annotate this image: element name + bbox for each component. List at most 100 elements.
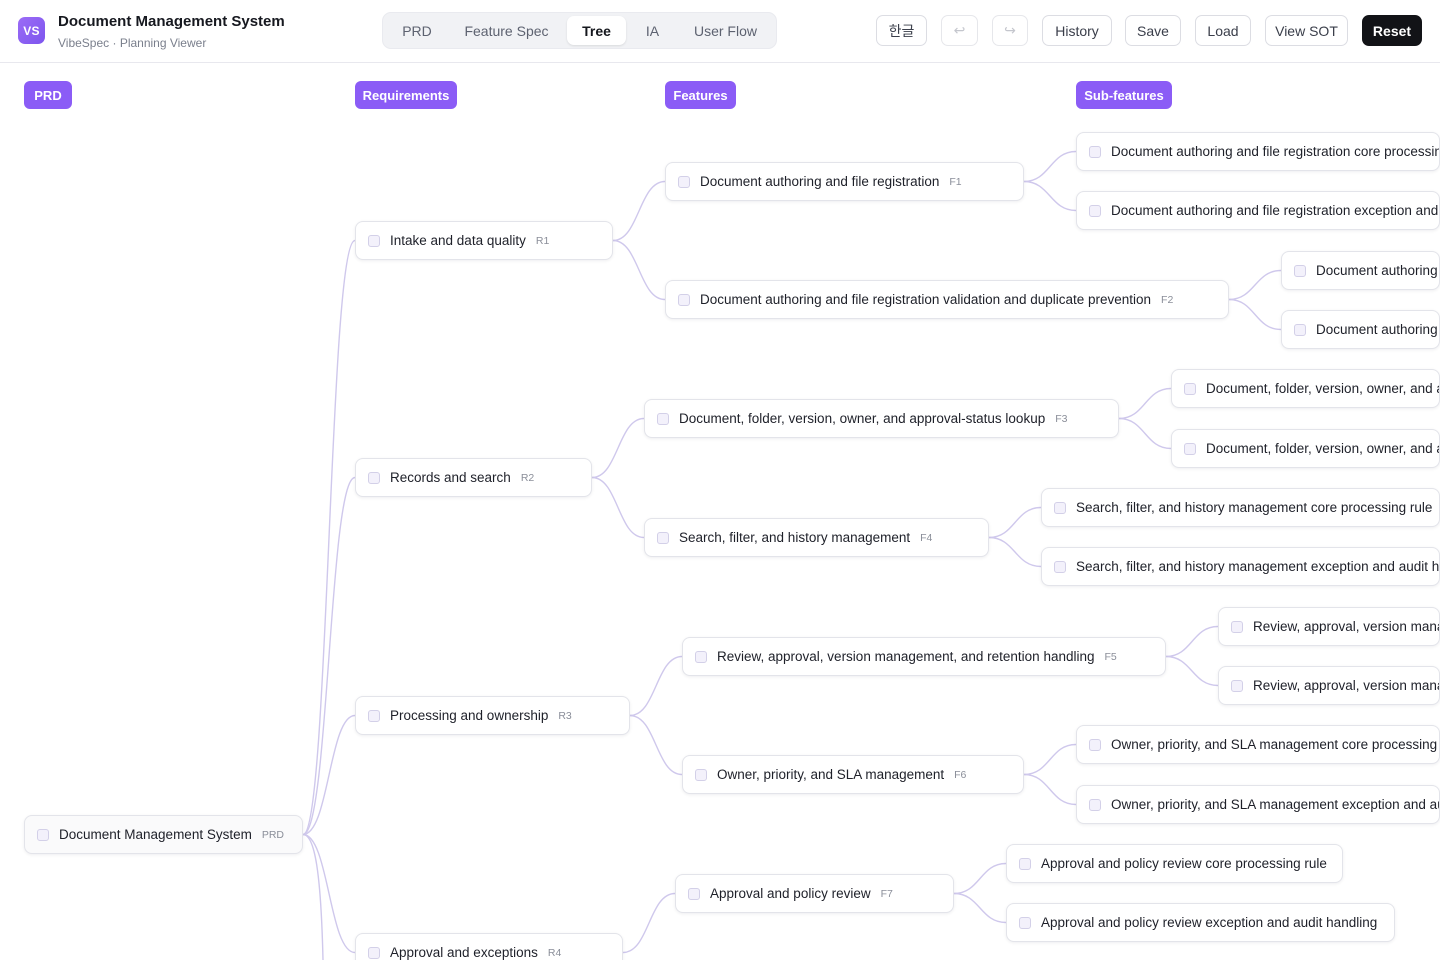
tree-node-sub-feature[interactable]: Review, approval, version management, an…: [1218, 607, 1440, 646]
tree-node-sub-feature[interactable]: Document authoring and file registration…: [1281, 251, 1440, 290]
node-checkbox[interactable]: [1231, 620, 1243, 633]
tree-connector-line: [302, 833, 324, 960]
tab-user-flow[interactable]: User Flow: [679, 16, 772, 45]
tree-connector-line: [1228, 269, 1282, 301]
node-label: Approval and policy review core processi…: [1041, 856, 1327, 871]
node-checkbox[interactable]: [1089, 145, 1101, 158]
node-checkbox[interactable]: [657, 412, 669, 425]
tree-node-root[interactable]: Document Management System PRD: [24, 815, 303, 854]
node-checkbox[interactable]: [1089, 204, 1101, 217]
tree-node-feature[interactable]: Approval and policy review F7: [675, 874, 954, 913]
node-code: R2: [520, 471, 535, 484]
app-subtitle: VibeSpec · Planning Viewer: [58, 36, 207, 50]
node-checkbox[interactable]: [1054, 501, 1066, 514]
node-checkbox[interactable]: [1294, 264, 1306, 277]
node-label: Document, folder, version, owner, and ap…: [1206, 441, 1439, 456]
node-label: Document authoring and file registration: [700, 174, 940, 189]
tree-node-sub-feature[interactable]: Review, approval, version management, an…: [1218, 666, 1440, 705]
tree-connector-line: [629, 655, 683, 717]
node-checkbox[interactable]: [368, 709, 380, 722]
node-checkbox[interactable]: [695, 650, 707, 663]
node-label: Approval and policy review: [710, 886, 871, 901]
app-logo: VS: [18, 17, 45, 44]
reset-button[interactable]: Reset: [1362, 15, 1422, 46]
tree-connector-line: [1023, 180, 1077, 212]
node-label: Records and search: [390, 470, 511, 485]
tree-canvas[interactable]: PRD Requirements Features Sub-features D…: [0, 64, 1440, 960]
view-sot-button[interactable]: View SOT: [1265, 15, 1348, 46]
node-checkbox[interactable]: [1054, 560, 1066, 573]
node-checkbox[interactable]: [678, 293, 690, 306]
tree-connector-line: [591, 417, 645, 479]
tree-node-feature[interactable]: Review, approval, version management, an…: [682, 637, 1166, 676]
tree-node-requirement[interactable]: Intake and data quality R1: [355, 221, 613, 260]
node-checkbox[interactable]: [688, 887, 700, 900]
column-header-requirements: Requirements: [355, 81, 457, 109]
node-label: Review, approval, version management, an…: [1253, 678, 1439, 693]
tree-node-sub-feature[interactable]: Document, folder, version, owner, and ap…: [1171, 429, 1440, 468]
language-toggle-button[interactable]: 한글: [876, 15, 927, 46]
node-code: F7: [880, 887, 893, 900]
node-code: F2: [1161, 293, 1174, 306]
tree-node-sub-feature[interactable]: Document authoring and file registration…: [1076, 132, 1440, 171]
tree-node-feature[interactable]: Document, folder, version, owner, and ap…: [644, 399, 1119, 438]
tree-connector-line: [612, 180, 666, 242]
node-code: PRD: [261, 828, 285, 841]
history-button[interactable]: History: [1042, 15, 1112, 46]
node-label: Owner, priority, and SLA management exce…: [1111, 797, 1439, 812]
node-checkbox[interactable]: [1089, 798, 1101, 811]
node-checkbox[interactable]: [1089, 738, 1101, 751]
tree-node-sub-feature[interactable]: Search, filter, and history management e…: [1041, 547, 1440, 586]
node-checkbox[interactable]: [1019, 916, 1031, 929]
node-label: Search, filter, and history management c…: [1076, 500, 1433, 515]
node-checkbox[interactable]: [1019, 857, 1031, 870]
node-checkbox[interactable]: [368, 471, 380, 484]
node-label: Document Management System: [59, 827, 252, 842]
node-checkbox[interactable]: [657, 531, 669, 544]
tree-node-sub-feature[interactable]: Document authoring and file registration…: [1076, 191, 1440, 230]
tab-prd[interactable]: PRD: [389, 16, 445, 45]
tree-node-sub-feature[interactable]: Document, folder, version, owner, and ap…: [1171, 369, 1440, 408]
node-checkbox[interactable]: [695, 768, 707, 781]
tree-node-sub-feature[interactable]: Approval and policy review exception and…: [1006, 903, 1395, 942]
save-button[interactable]: Save: [1125, 15, 1181, 46]
tree-node-requirement[interactable]: Records and search R2: [355, 458, 592, 497]
tree-node-sub-feature[interactable]: Search, filter, and history management c…: [1041, 488, 1440, 527]
load-button[interactable]: Load: [1195, 15, 1251, 46]
tree-connector-line: [302, 833, 356, 954]
node-label: Review, approval, version management, an…: [717, 649, 1095, 664]
tree-connector-line: [988, 536, 1042, 568]
node-code: F3: [1055, 412, 1068, 425]
node-label: Processing and ownership: [390, 708, 549, 723]
column-header-features: Features: [665, 81, 736, 109]
node-checkbox[interactable]: [1184, 382, 1196, 395]
tree-node-feature[interactable]: Document authoring and file registration…: [665, 280, 1229, 319]
tree-node-feature[interactable]: Search, filter, and history management F…: [644, 518, 989, 557]
tree-connector-line: [622, 892, 676, 954]
tree-node-sub-feature[interactable]: Approval and policy review core processi…: [1006, 844, 1343, 883]
tree-node-feature[interactable]: Document authoring and file registration…: [665, 162, 1024, 201]
node-checkbox[interactable]: [368, 946, 380, 959]
node-label: Intake and data quality: [390, 233, 526, 248]
tree-node-requirement[interactable]: Approval and exceptions R4: [355, 933, 623, 960]
redo-icon[interactable]: ↪: [992, 15, 1028, 46]
node-checkbox[interactable]: [1184, 442, 1196, 455]
node-checkbox[interactable]: [1231, 679, 1243, 692]
node-checkbox[interactable]: [678, 175, 690, 188]
tree-node-sub-feature[interactable]: Document authoring and file registration…: [1281, 310, 1440, 349]
node-label: Document authoring and file registration…: [1316, 263, 1439, 278]
node-label: Owner, priority, and SLA management: [717, 767, 945, 782]
tree-node-sub-feature[interactable]: Owner, priority, and SLA management core…: [1076, 725, 1440, 764]
tree-node-feature[interactable]: Owner, priority, and SLA management F6: [682, 755, 1024, 794]
node-checkbox[interactable]: [368, 234, 380, 247]
tab-feature-spec[interactable]: Feature Spec: [453, 16, 560, 45]
node-label: Search, filter, and history management e…: [1076, 559, 1440, 574]
tab-tree[interactable]: Tree: [567, 16, 626, 45]
tree-node-requirement[interactable]: Processing and ownership R3: [355, 696, 630, 735]
node-checkbox[interactable]: [1294, 323, 1306, 336]
tab-ia[interactable]: IA: [634, 16, 671, 45]
node-checkbox[interactable]: [37, 828, 49, 841]
undo-icon[interactable]: ↩: [941, 15, 978, 46]
tree-node-sub-feature[interactable]: Owner, priority, and SLA management exce…: [1076, 785, 1440, 824]
tree-connector-line: [953, 862, 1007, 895]
